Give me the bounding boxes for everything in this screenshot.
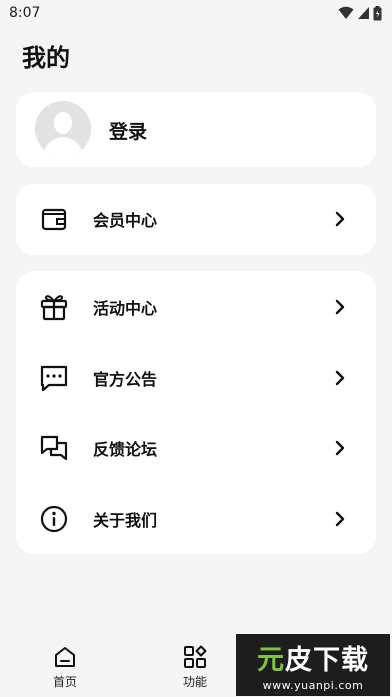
watermark-title-part: 元 (257, 645, 285, 676)
menu-item-activity[interactable]: 活动中心 (16, 272, 376, 342)
menu-item-label: 反馈论坛 (93, 440, 158, 459)
wallet-icon (38, 203, 70, 235)
signal-icon (358, 7, 369, 19)
chevron-right-icon (332, 211, 348, 227)
chat-bubbles-icon (38, 432, 70, 464)
member-center-card[interactable]: 会员中心 (16, 184, 376, 255)
chevron-right-icon (332, 370, 348, 386)
nav-label: 功能 (182, 675, 207, 689)
menu-item-label: 官方公告 (93, 370, 158, 389)
chevron-right-icon (332, 440, 348, 456)
watermark-title-part: 皮下载 (285, 645, 369, 676)
gift-icon (38, 291, 70, 323)
member-center-label: 会员中心 (93, 211, 158, 230)
menu-card: 活动中心 官方公告 反馈论坛 关于我们 (16, 271, 376, 554)
message-icon (38, 362, 70, 394)
page-title: 我的 (22, 44, 70, 72)
status-time: 8:07 (9, 5, 41, 21)
menu-item-announcement[interactable]: 官方公告 (16, 343, 376, 413)
default-avatar-icon (35, 101, 91, 157)
chevron-right-icon (332, 511, 348, 527)
status-icons (338, 5, 382, 21)
menu-item-feedback[interactable]: 反馈论坛 (16, 413, 376, 483)
home-icon (52, 644, 78, 670)
watermark-title: 元皮下载 (236, 638, 390, 677)
avatar[interactable] (35, 101, 91, 157)
menu-item-label: 关于我们 (93, 511, 158, 530)
apps-grid-icon (182, 644, 208, 670)
menu-item-label: 活动中心 (93, 299, 158, 318)
info-icon (38, 503, 70, 535)
nav-tab-functions[interactable]: 功能 (170, 644, 220, 690)
status-bar: 8:07 (0, 0, 392, 26)
wifi-icon (338, 6, 354, 19)
member-center-row[interactable]: 会员中心 (16, 184, 376, 254)
watermark-logo: 元皮下载 www.yuanpi.com (236, 634, 390, 696)
nav-tab-home[interactable]: 首页 (40, 644, 90, 690)
login-label[interactable]: 登录 (109, 117, 147, 144)
profile-card[interactable]: 登录 (16, 92, 376, 167)
chevron-right-icon (332, 299, 348, 315)
menu-item-about[interactable]: 关于我们 (16, 484, 376, 554)
battery-icon (373, 5, 382, 20)
nav-label: 首页 (52, 675, 77, 689)
watermark-url: www.yuanpi.com (262, 679, 364, 692)
